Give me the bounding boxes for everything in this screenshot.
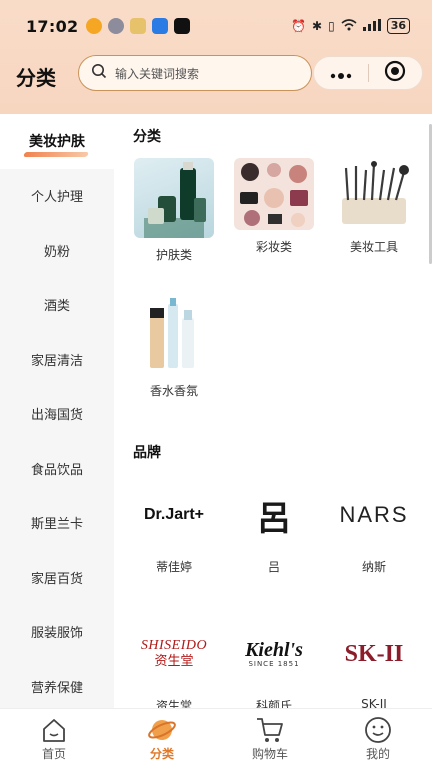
sidebar-item-apparel[interactable]: 服装服饰: [0, 605, 114, 660]
target-circle-icon: [384, 60, 406, 86]
planet-icon: [147, 715, 177, 745]
bluetooth-icon: ✱: [312, 19, 323, 33]
category-sidebar: 美妆护肤 个人护理 奶粉 酒类 家居清洁 出海国货 食品饮品 斯里兰卡 家居百货…: [0, 114, 114, 708]
category-tile-label: 美妆工具: [349, 240, 398, 254]
close-miniprogram-button[interactable]: [368, 57, 422, 89]
sidebar-item-label: 酒类: [43, 299, 70, 315]
sidebar-item-milk-powder[interactable]: 奶粉: [0, 223, 114, 278]
brand-tile-label: SK-II: [361, 697, 387, 708]
category-tile-label: 彩妆类: [255, 240, 292, 254]
tab-label: 购物车: [251, 747, 288, 761]
app-icon: [130, 18, 147, 34]
search-placeholder: 输入关键词搜索: [115, 66, 200, 81]
brushes-image: [334, 158, 414, 230]
video-app-icon: [152, 18, 169, 34]
miniprogram-capsule: [313, 56, 423, 90]
kiehls-logo: Kiehl's SINCE 1851: [245, 639, 303, 669]
sidebar-item-label: 出海国货: [30, 408, 83, 424]
tab-home[interactable]: 首页: [0, 709, 108, 768]
smiley-icon: [363, 715, 393, 745]
sidebar-item-health[interactable]: 营养保健: [0, 659, 114, 714]
tab-label: 我的: [365, 747, 390, 761]
category-tile-makeup[interactable]: 彩妆类: [231, 158, 317, 255]
more-button[interactable]: [314, 57, 368, 89]
alarm-icon: ⏰: [291, 19, 307, 33]
categories-title: 分类: [133, 129, 161, 145]
weibo-icon: [86, 18, 103, 34]
makeup-image: [234, 158, 314, 230]
fragrance-image: [134, 294, 214, 374]
page-title: 分类: [16, 66, 56, 90]
status-time: 17:02: [26, 16, 79, 36]
sidebar-item-label: 奶粉: [43, 244, 70, 260]
shiseido-logo: SHISEIDO 资生堂: [140, 638, 208, 669]
brand-tile-kiehls[interactable]: Kiehl's SINCE 1851 科颜氏: [231, 619, 317, 708]
brand-tile-skii[interactable]: SK-II SK-II: [331, 619, 417, 709]
category-content: 分类 护肤类 彩妆类 美妆工具 香水香氛 品牌 Dr.Jart+ 蒂佳婷 呂 吕…: [114, 114, 432, 708]
brands-title: 品牌: [133, 445, 161, 461]
home-icon: [39, 715, 69, 745]
notification-icons: [86, 18, 191, 34]
douyin-icon: [174, 18, 191, 34]
signal-icon: [362, 18, 381, 34]
brand-tile-shiseido[interactable]: SHISEIDO 资生堂 资生堂: [131, 619, 217, 708]
sidebar-item-label: 食品饮品: [30, 462, 83, 478]
header-bar: 分类 输入关键词搜索: [0, 52, 432, 96]
lu-logo: 呂: [257, 498, 291, 539]
tab-cart[interactable]: 购物车: [216, 709, 324, 768]
sidebar-item-sri-lanka[interactable]: 斯里兰卡: [0, 496, 114, 551]
category-tile-label: 护肤类: [155, 248, 192, 262]
more-dots-icon: [330, 64, 352, 83]
sidebar-item-label: 服装服饰: [30, 626, 83, 642]
battery-indicator: 36: [386, 18, 410, 34]
sidebar-item-beauty[interactable]: 美妆护肤: [0, 114, 114, 169]
sidebar-item-label: 营养保健: [30, 680, 83, 696]
search-input[interactable]: 输入关键词搜索: [78, 55, 312, 91]
tab-label: 分类: [149, 747, 174, 761]
tab-profile[interactable]: 我的: [324, 709, 432, 768]
brand-tile-label: 资生堂: [155, 699, 192, 708]
skincare-image: [134, 158, 214, 238]
sidebar-item-household[interactable]: 家居百货: [0, 550, 114, 605]
vibrate-icon: ▯: [328, 19, 335, 33]
drjart-logo: Dr.Jart+: [143, 506, 205, 523]
category-tile-skincare[interactable]: 护肤类: [131, 158, 217, 263]
status-bar: 17:02 ⏰ ✱ ▯ 36: [0, 0, 432, 52]
tab-label: 首页: [41, 747, 66, 761]
category-tile-fragrance[interactable]: 香水香氛: [131, 294, 217, 399]
sidebar-item-label: 斯里兰卡: [30, 517, 83, 533]
sidebar-item-food-drinks[interactable]: 食品饮品: [0, 441, 114, 496]
avatar-icon: [108, 18, 125, 34]
category-tile-beauty-tools[interactable]: 美妆工具: [331, 158, 417, 255]
bottom-tab-bar: 首页 分类 购物车 我的: [0, 708, 432, 768]
skii-logo: SK-II: [344, 640, 404, 667]
brand-tile-lu[interactable]: 呂 吕: [231, 480, 317, 575]
sidebar-item-label: 家居百货: [30, 571, 83, 587]
wifi-icon: [341, 18, 357, 34]
sidebar-item-label: 个人护理: [30, 190, 83, 206]
sidebar-item-liquor[interactable]: 酒类: [0, 278, 114, 333]
sidebar-item-label: 美妆护肤: [29, 134, 85, 151]
tab-category[interactable]: 分类: [108, 709, 216, 768]
nars-logo: NARS: [339, 502, 409, 527]
brand-tile-label: 蒂佳婷: [155, 560, 192, 574]
sidebar-item-label: 家居清洁: [30, 353, 83, 369]
brand-tile-label: 纳斯: [361, 560, 386, 574]
brand-tile-label: 吕: [267, 560, 280, 574]
brand-tile-drjart[interactable]: Dr.Jart+ 蒂佳婷: [131, 480, 217, 575]
category-tile-label: 香水香氛: [149, 384, 198, 398]
cart-icon: [255, 715, 285, 745]
sidebar-item-home-cleaning[interactable]: 家居清洁: [0, 332, 114, 387]
search-icon: [91, 63, 107, 83]
sidebar-item-personal-care[interactable]: 个人护理: [0, 169, 114, 224]
sidebar-item-export-goods[interactable]: 出海国货: [0, 387, 114, 442]
brand-tile-label: 科颜氏: [255, 699, 292, 708]
brand-tile-nars[interactable]: NARS 纳斯: [331, 480, 417, 575]
